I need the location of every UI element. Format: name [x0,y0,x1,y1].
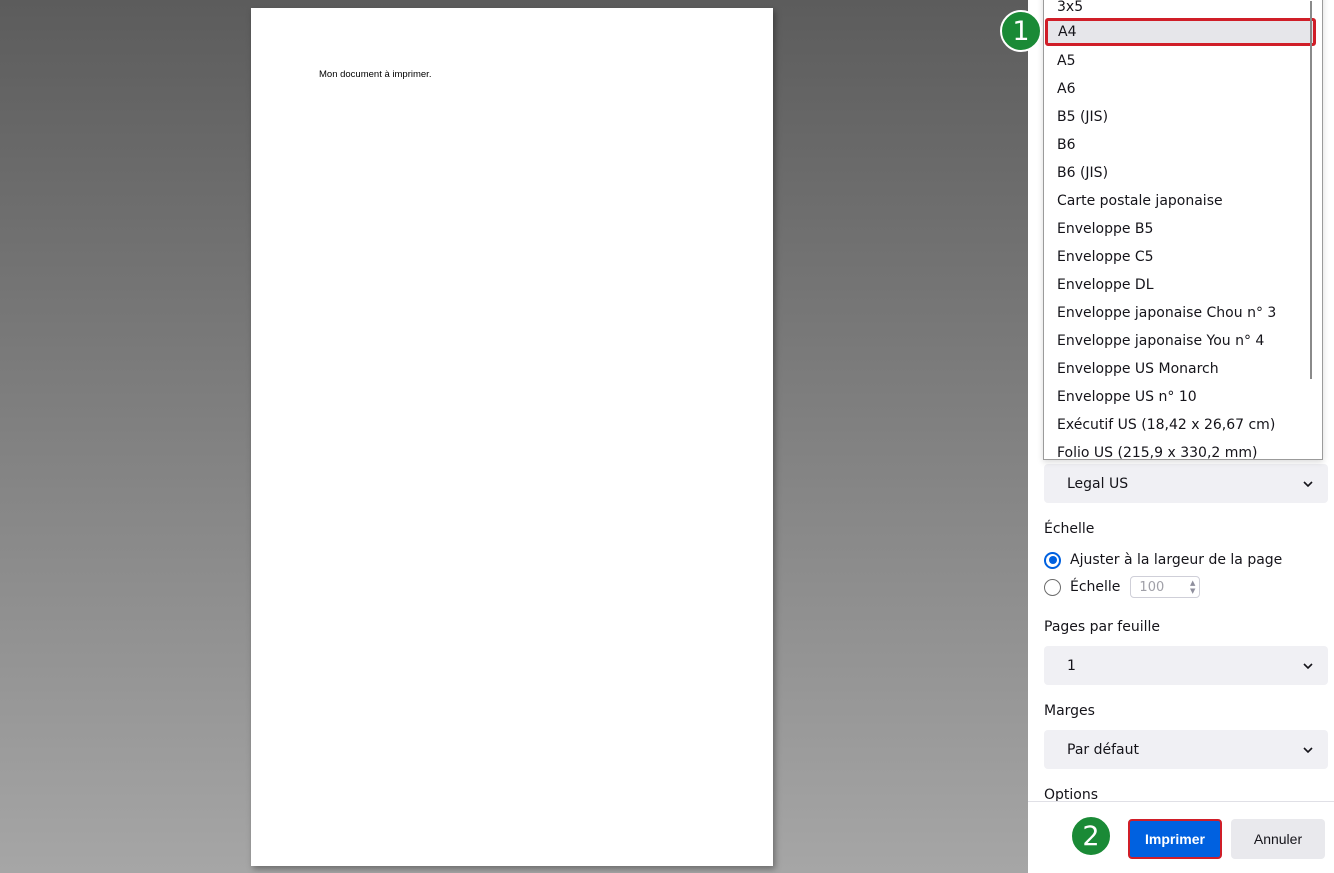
spinner-arrows-icon[interactable]: ▲ ▼ [1190,579,1195,595]
dropdown-option[interactable]: Enveloppe DL [1044,271,1308,299]
dropdown-option[interactable]: B5 (JIS) [1044,103,1308,131]
chevron-down-icon [1303,662,1313,669]
dropdown-option[interactable]: Folio US (215,9 x 330,2 mm) [1044,439,1308,459]
fit-width-label: Ajuster à la largeur de la page [1070,552,1283,568]
fit-width-radio[interactable] [1044,551,1061,569]
custom-scale-radio[interactable] [1044,578,1061,596]
scale-value: 100 [1139,579,1165,595]
step-2-badge: 2 [1070,815,1112,857]
dropdown-option[interactable]: Enveloppe US Monarch [1044,355,1308,383]
document-text: Mon document à imprimer. [319,69,432,80]
paper-size-value: Legal US [1067,475,1129,492]
margins-select[interactable]: Par défaut [1044,730,1328,769]
margins-value: Par défaut [1067,741,1139,758]
scale-label: Échelle [1044,521,1095,537]
scale-custom-option[interactable]: Échelle 100 ▲ ▼ [1044,576,1201,598]
dropdown-option[interactable]: A6 [1044,75,1308,103]
print-preview-area: Mon document à imprimer. [0,0,1028,873]
dropdown-option[interactable]: Enveloppe japonaise You n° 4 [1044,327,1308,355]
dropdown-option[interactable]: A5 [1044,47,1308,75]
pages-per-sheet-value: 1 [1067,657,1076,674]
dropdown-option[interactable]: Enveloppe B5 [1044,215,1308,243]
chevron-down-icon [1303,746,1313,753]
dropdown-option[interactable]: Enveloppe japonaise Chou n° 3 [1044,299,1308,327]
margins-label: Marges [1044,703,1095,719]
dropdown-option[interactable]: Carte postale japonaise [1044,187,1308,215]
dropdown-option-selected[interactable]: A4 [1045,18,1316,46]
step-1-badge: 1 [1000,10,1042,52]
pages-per-sheet-label: Pages par feuille [1044,619,1161,635]
chevron-down-icon [1303,480,1313,487]
scale-fit-option[interactable]: Ajuster à la largeur de la page [1044,549,1282,571]
paper-size-dropdown-list[interactable]: 3x5 A4 A5 A6 B5 (JIS) B6 B6 (JIS) Carte … [1043,0,1323,460]
dropdown-option[interactable]: Enveloppe C5 [1044,243,1308,271]
cancel-button[interactable]: Annuler [1231,819,1325,859]
dropdown-scrollbar[interactable] [1310,1,1312,379]
custom-scale-label: Échelle [1070,579,1121,595]
scale-input[interactable]: 100 ▲ ▼ [1130,576,1201,598]
print-button[interactable]: Imprimer [1128,819,1222,859]
dropdown-option[interactable]: Exécutif US (18,42 x 26,67 cm) [1044,411,1308,439]
dropdown-option[interactable]: B6 [1044,131,1308,159]
paper-size-select[interactable]: Legal US [1044,464,1328,503]
pages-per-sheet-select[interactable]: 1 [1044,646,1328,685]
preview-page: Mon document à imprimer. [251,8,773,866]
dropdown-option[interactable]: B6 (JIS) [1044,159,1308,187]
dropdown-option[interactable]: Enveloppe US n° 10 [1044,383,1308,411]
